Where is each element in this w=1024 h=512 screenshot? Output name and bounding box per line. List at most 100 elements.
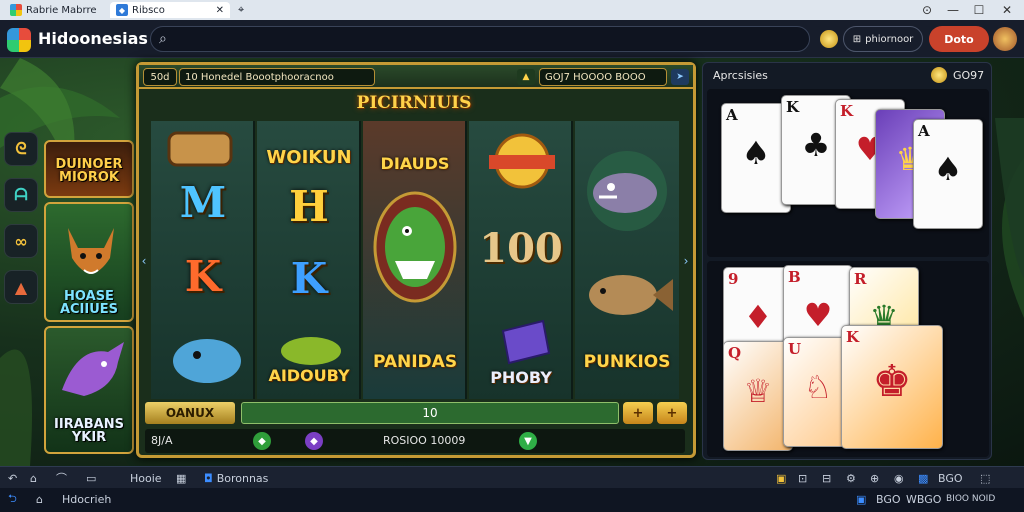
recent-icon[interactable]: ⌒ — [56, 470, 67, 486]
top-bar: Hidoonesias ⌕ ⊞ phiornoor Doto — [0, 20, 1024, 58]
screenshot-icon[interactable]: ▩ — [918, 470, 928, 486]
bet-increase-button[interactable]: + — [623, 402, 653, 424]
symbol-word: PHOBY — [490, 368, 552, 387]
card-rank: B — [788, 268, 801, 286]
slot-header: 50d 10 Honedel Boootphooracnoo ▲ GOJ7 HO… — [139, 65, 693, 89]
card-rank: K — [786, 98, 800, 116]
slot-info-pill: 10 Honedel Boootphooracnoo — [179, 68, 375, 86]
back-icon[interactable]: ↶ — [8, 470, 17, 486]
reel-5: PUNKIOS — [575, 121, 679, 399]
app-icon: ◘ — [204, 471, 213, 485]
green-gem-icon[interactable]: ◆ — [253, 432, 271, 450]
help-icon[interactable]: ⊙ — [916, 2, 938, 18]
cards-header: Aprcsisies GO97 — [703, 63, 991, 87]
side-tile-label: IIRABANS YKIR — [54, 417, 124, 445]
purple-gem-icon[interactable]: ◆ — [305, 432, 323, 450]
reel-right-arrow-icon[interactable]: › — [681, 241, 691, 281]
minimize-icon[interactable]: — — [942, 2, 964, 18]
taskbar: ↶ ⌂ ⌒ ▭ Hooie ▦ ◘ Boronnas ▣ ⊡ ⊟ ⚙ ⊕ ◉ ▩… — [0, 466, 1024, 488]
gamepad-icon[interactable]: ⊡ — [798, 470, 807, 486]
symbol-letter: K — [290, 254, 328, 303]
spin-arrow-icon[interactable]: ▼ — [519, 432, 537, 450]
ph-button[interactable]: ⊞ phiornoor — [843, 26, 923, 52]
anglerfish-symbol-icon — [587, 151, 667, 231]
coin-icon — [820, 30, 838, 48]
reel-2: WOIKUN H K AIDOUBY — [257, 121, 361, 399]
nav-right-3: BIOO NOID — [946, 494, 996, 504]
camera-icon[interactable]: ⊟ — [822, 470, 831, 486]
bottom-navbar: ⮌ ⌂ Hdocrieh ▣ BGO WBGO BIOO NOID — [0, 488, 1024, 512]
diamond-icon: ♦ — [743, 298, 773, 336]
bet-amount-field[interactable]: 10 — [241, 402, 619, 424]
home-icon[interactable]: ⌂ — [30, 470, 37, 486]
symbol-word: AIDOUBY — [268, 366, 350, 385]
dragon-icon — [62, 342, 124, 396]
card-rank: R — [854, 270, 867, 288]
screen-icon[interactable]: ▭ — [86, 470, 96, 486]
face-card[interactable]: K ♚ — [841, 325, 943, 449]
king-icon: ♚ — [872, 356, 912, 407]
tab-favicon-icon: ◆ — [116, 4, 128, 16]
cards-coin-icon — [931, 67, 947, 83]
logo-text: Hidoonesias — [38, 29, 148, 48]
symbol-number: 100 — [479, 225, 563, 272]
nav-right-1: BGO — [876, 492, 901, 506]
tab-app[interactable]: Rabrie Mabrre — [4, 2, 103, 18]
expand-icon[interactable]: ⬚ — [980, 470, 990, 486]
playing-card[interactable]: A ♠ — [913, 119, 983, 229]
cards-panel: Aprcsisies GO97 A ♠ K ♣ K ♥ ♛ A ♠ 9 ♦ B … — [702, 62, 992, 460]
card-rank: K — [846, 328, 860, 346]
side-tile-2[interactable]: HOASE ACIIUES — [44, 202, 134, 322]
spade-icon: ♠ — [933, 150, 963, 188]
fruit-symbol-icon — [281, 337, 341, 365]
close-icon[interactable]: ✕ — [996, 2, 1018, 18]
search-input[interactable]: ⌕ — [150, 26, 810, 52]
rail-apps-icon[interactable]: ᗩ — [4, 178, 38, 212]
keyboard-icon[interactable]: ▣ — [776, 470, 786, 486]
symbol-letter: H — [289, 182, 329, 231]
nav-home-icon[interactable]: ⌂ — [36, 491, 43, 507]
side-tile-3[interactable]: IIRABANS YKIR — [44, 326, 134, 454]
nav-app-icon[interactable]: ▣ — [856, 491, 866, 507]
settings-icon[interactable]: ⚙ — [846, 470, 856, 486]
maximize-icon[interactable]: ☐ — [968, 2, 990, 18]
slot-reels: M K WOIKUN H K AIDOUBY DIAUDS PANIDAS 10… — [142, 121, 688, 399]
card-rank: U — [788, 340, 802, 358]
symbol-letter: M — [179, 178, 227, 227]
reel-1: M K — [151, 121, 255, 399]
avatar[interactable] — [993, 27, 1017, 51]
search-icon: ⌕ — [159, 31, 167, 47]
reel-left-arrow-icon[interactable]: ‹ — [139, 241, 149, 281]
bet-max-button[interactable]: + — [657, 402, 687, 424]
rail-alert-icon[interactable]: ▲ — [4, 270, 38, 304]
symbol-word: PUNKIOS — [583, 352, 671, 372]
card-rank: K — [840, 102, 854, 120]
grid-icon[interactable]: ▦ — [176, 470, 186, 486]
tab-close-icon[interactable]: ✕ — [216, 5, 224, 16]
nav-right-2: WBGO — [906, 492, 942, 506]
volume-icon[interactable]: ◉ — [894, 470, 904, 486]
done-button[interactable]: Doto — [929, 26, 989, 52]
spade-icon: ♠ — [741, 134, 771, 172]
side-tile-1[interactable]: DUINOER MIOROK — [44, 140, 134, 198]
nav-label: Hdocrieh — [62, 492, 112, 506]
side-tile-label: DUINOER MIOROK — [55, 157, 123, 185]
fish-symbol-icon — [589, 275, 673, 315]
cards-header-value: GO97 — [953, 69, 985, 82]
pin-icon[interactable]: ⌖ — [238, 3, 244, 17]
card-rank: A — [726, 106, 738, 124]
status-center-text: ROSIOO 10009 — [383, 434, 466, 447]
slot-arrow-icon[interactable]: ▲ — [517, 69, 535, 85]
rail-link-icon[interactable]: ∞ — [4, 224, 38, 258]
reel-3: DIAUDS PANIDAS — [363, 121, 467, 399]
location-icon[interactable]: ⊕ — [870, 470, 879, 486]
slot-share-icon[interactable]: ➤ — [671, 69, 689, 85]
symbol-letter: K — [184, 252, 222, 301]
taskbar-item-1[interactable]: Hooie — [130, 470, 162, 486]
taskbar-item-2[interactable]: ◘ Boronnas — [204, 470, 268, 486]
tab-active[interactable]: ◆ Ribsco ✕ — [110, 2, 230, 18]
cards-header-label: Aprcsisies — [713, 69, 768, 82]
rail-home-icon[interactable]: ᘓ — [4, 132, 38, 166]
queen-icon: ♕ — [743, 372, 773, 410]
nav-back-icon[interactable]: ⮌ — [8, 491, 17, 507]
